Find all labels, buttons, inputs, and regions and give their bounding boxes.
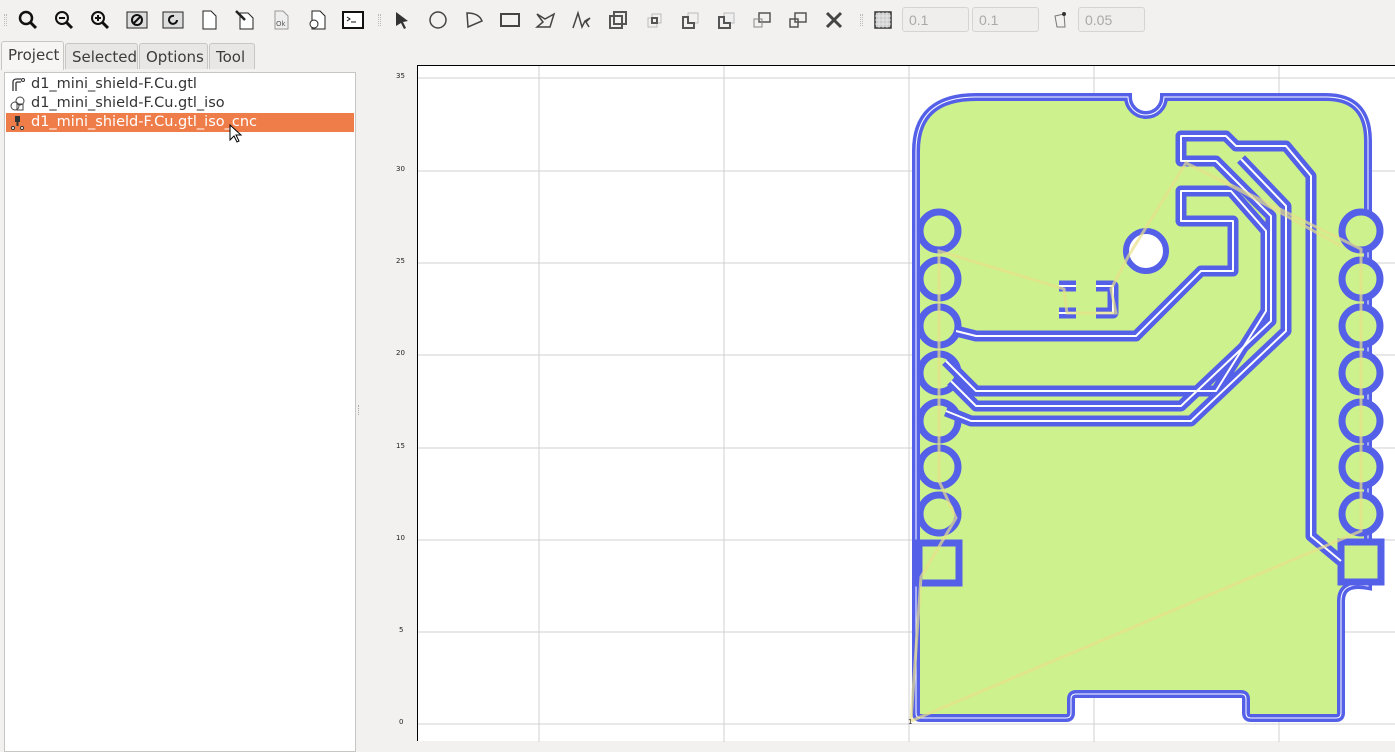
clear-plot-icon[interactable]	[125, 8, 149, 32]
polygon-icon[interactable]	[534, 8, 558, 32]
toolbar-grip[interactable]	[860, 14, 863, 26]
tab-project[interactable]: Project	[1, 41, 64, 70]
pad	[916, 208, 962, 254]
mouse-cursor-icon	[229, 124, 243, 143]
project-tree[interactable]: d1_mini_shield-F.Cu.gtl d1_mini_shield-F…	[4, 72, 356, 752]
pad	[916, 491, 962, 537]
zoom-fit-icon[interactable]	[16, 8, 40, 32]
y-tick: 0	[399, 718, 404, 726]
circle-icon[interactable]	[426, 8, 450, 32]
plot-content: 1	[418, 66, 1395, 742]
y-tick: 20	[396, 349, 405, 357]
select-icon[interactable]	[390, 8, 414, 32]
panel-splitter[interactable]	[358, 405, 361, 415]
item-label: d1_mini_shield-F.Cu.gtl_iso_cnc	[31, 114, 258, 130]
pad	[1338, 208, 1384, 254]
tab-options[interactable]: Options	[139, 43, 208, 69]
arc-icon[interactable]	[462, 8, 486, 32]
buffer-icon[interactable]	[750, 8, 774, 32]
y-tick: 5	[399, 626, 404, 634]
intersection-icon[interactable]	[642, 8, 666, 32]
union-icon[interactable]	[606, 8, 630, 32]
y-tick: 25	[396, 257, 405, 265]
project-item-geometry[interactable]: d1_mini_shield-F.Cu.gtl_iso	[6, 94, 354, 113]
plot-canvas[interactable]: 1	[417, 65, 1395, 742]
svg-text:Ok: Ok	[276, 20, 287, 28]
y-tick: 30	[396, 165, 405, 173]
gerber-icon	[12, 78, 25, 91]
tab-tool[interactable]: Tool	[209, 43, 255, 69]
item-label: d1_mini_shield-F.Cu.gtl	[31, 76, 197, 92]
toolbar-grip[interactable]	[378, 14, 381, 26]
delete-shape-icon[interactable]	[822, 8, 846, 32]
cnc-icon	[11, 116, 24, 130]
path-icon[interactable]	[570, 8, 594, 32]
grid-snap-icon[interactable]	[871, 8, 895, 32]
new-geometry-icon[interactable]	[197, 8, 221, 32]
y-tick: 10	[396, 534, 405, 542]
zoom-in-icon[interactable]	[52, 8, 76, 32]
toolbar-grip[interactable]	[4, 14, 7, 26]
item-label: d1_mini_shield-F.Cu.gtl_iso	[31, 95, 225, 111]
rectangle-icon[interactable]	[498, 8, 522, 32]
paint-icon[interactable]	[786, 8, 810, 32]
project-item-gerber[interactable]: d1_mini_shield-F.Cu.gtl	[6, 75, 354, 94]
grid-y-input[interactable]	[972, 7, 1039, 32]
project-item-cnc[interactable]: d1_mini_shield-F.Cu.gtl_iso_cnc	[6, 113, 354, 132]
cut-icon[interactable]	[714, 8, 738, 32]
grid-x-input[interactable]	[902, 7, 969, 32]
origin-label: 1	[908, 718, 912, 726]
y-tick: 15	[396, 442, 405, 450]
zoom-out-icon[interactable]	[88, 8, 112, 32]
snap-max-input[interactable]	[1078, 7, 1145, 32]
corner-snap-icon[interactable]	[1049, 8, 1073, 32]
shell-icon[interactable]	[341, 8, 365, 32]
subtract-icon[interactable]	[678, 8, 702, 32]
geometry-icon	[10, 96, 25, 111]
toolbar: Ok	[0, 0, 1395, 40]
pad-square	[1337, 538, 1385, 586]
edit-geometry-icon[interactable]	[233, 8, 257, 32]
delete-icon[interactable]	[305, 8, 329, 32]
update-geometry-icon[interactable]: Ok	[269, 8, 293, 32]
replot-icon[interactable]	[161, 8, 185, 32]
tab-selected[interactable]: Selected	[65, 43, 138, 69]
y-tick: 35	[396, 72, 405, 80]
